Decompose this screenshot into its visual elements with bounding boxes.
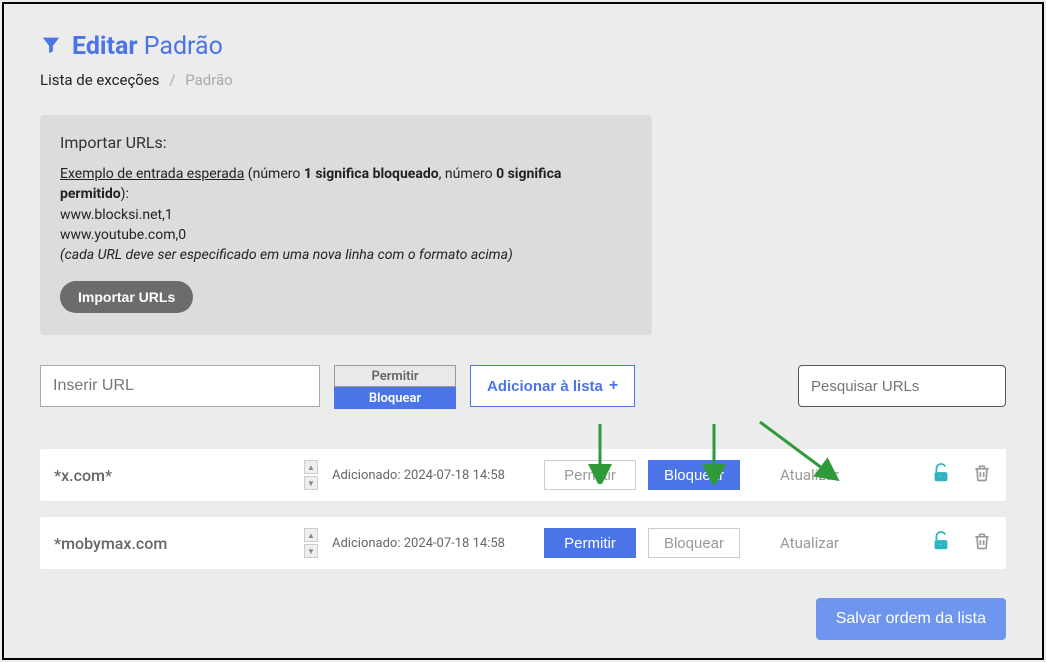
- toggle-permit-button[interactable]: Permitir: [334, 365, 456, 387]
- unlock-icon[interactable]: [930, 462, 952, 488]
- stepper-up[interactable]: ▲: [304, 528, 318, 542]
- row-block-button[interactable]: Bloquear: [648, 460, 740, 490]
- trash-icon[interactable]: [972, 531, 992, 555]
- row-update-button[interactable]: Atualizar: [780, 534, 850, 552]
- order-stepper: ▲ ▼: [304, 528, 320, 558]
- breadcrumb: Lista de exceções / Padrão: [40, 71, 1006, 89]
- permit-block-toggle: Permitir Bloquear: [334, 365, 456, 409]
- row-update-button[interactable]: Atualizar: [780, 466, 850, 484]
- trash-icon[interactable]: [972, 463, 992, 487]
- page-frame: Editar Padrão Lista de exceções / Padrão…: [2, 2, 1044, 660]
- row-block-button[interactable]: Bloquear: [648, 528, 740, 558]
- rows-container: *x.com* ▲ ▼ Adicionado: 2024-07-18 14:58…: [40, 449, 1006, 569]
- row-added-label: Adicionado: 2024-07-18 14:58: [332, 536, 532, 551]
- row-added-label: Adicionado: 2024-07-18 14:58: [332, 468, 532, 483]
- add-button-label: Adicionar à lista: [487, 378, 603, 395]
- table-row: *mobymax.com ▲ ▼ Adicionado: 2024-07-18 …: [40, 517, 1006, 569]
- breadcrumb-separator: /: [169, 71, 175, 89]
- row-permit-button[interactable]: Permitir: [544, 460, 636, 490]
- header: Editar Padrão: [40, 32, 1006, 61]
- breadcrumb-root[interactable]: Lista de exceções: [40, 71, 160, 89]
- stepper-down[interactable]: ▼: [304, 476, 318, 490]
- row-actions: [930, 530, 992, 556]
- row-url: *mobymax.com: [54, 534, 292, 553]
- filter-icon: [40, 34, 62, 60]
- import-button[interactable]: Importar URLs: [60, 281, 193, 313]
- save-order-button[interactable]: Salvar ordem da lista: [816, 598, 1006, 640]
- order-stepper: ▲ ▼: [304, 460, 320, 490]
- import-example-link[interactable]: Exemplo de entrada esperada: [60, 166, 244, 182]
- add-to-list-button[interactable]: Adicionar à lista +: [470, 365, 635, 407]
- toggle-block-button[interactable]: Bloquear: [334, 387, 456, 409]
- page-title-rest: Padrão: [144, 32, 223, 61]
- page-title: Editar Padrão: [72, 32, 223, 61]
- search-input[interactable]: [798, 365, 1006, 407]
- breadcrumb-current: Padrão: [185, 71, 233, 89]
- stepper-down[interactable]: ▼: [304, 544, 318, 558]
- page-title-strong: Editar: [72, 32, 138, 61]
- row-actions: [930, 462, 992, 488]
- plus-icon: +: [609, 377, 618, 395]
- import-description: Exemplo de entrada esperada (número 1 si…: [60, 164, 632, 205]
- stepper-up[interactable]: ▲: [304, 460, 318, 474]
- import-example-1: www.blocksi.net,1: [60, 205, 632, 225]
- row-permit-button[interactable]: Permitir: [544, 528, 636, 558]
- import-note: (cada URL deve ser especificado em uma n…: [60, 245, 632, 265]
- import-example-2: www.youtube.com,0: [60, 225, 632, 245]
- row-url: *x.com*: [54, 466, 292, 485]
- table-row: *x.com* ▲ ▼ Adicionado: 2024-07-18 14:58…: [40, 449, 1006, 501]
- import-title: Importar URLs:: [60, 133, 632, 152]
- url-input[interactable]: [40, 365, 320, 407]
- controls-row: Permitir Bloquear Adicionar à lista +: [40, 365, 1006, 409]
- unlock-icon[interactable]: [930, 530, 952, 556]
- import-panel: Importar URLs: Exemplo de entrada espera…: [40, 115, 652, 335]
